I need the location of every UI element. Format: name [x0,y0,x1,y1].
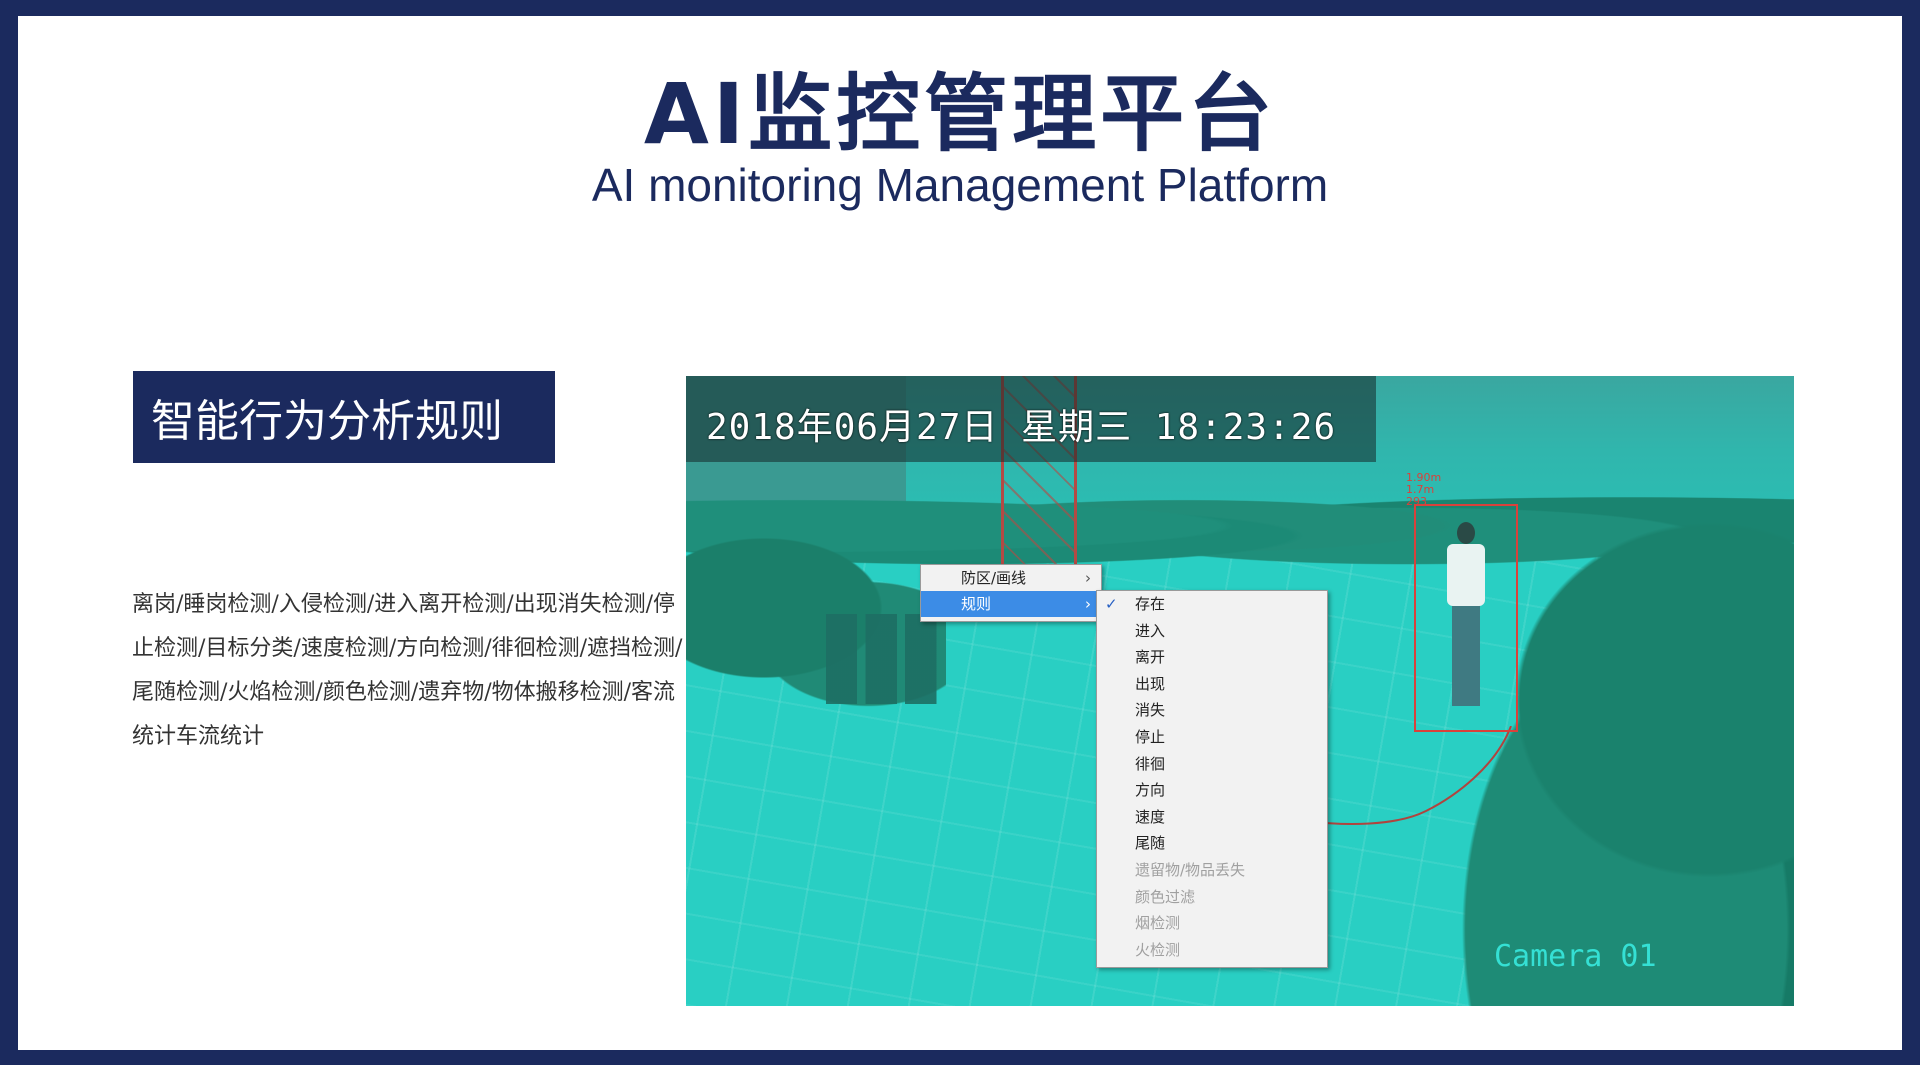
submenu-item-label: 徘徊 [1135,754,1166,773]
submenu-item-label: 火检测 [1135,940,1181,959]
context-menu: 防区/画线 › 规则 › [920,564,1102,622]
submenu-item[interactable]: 停止 [1097,724,1327,751]
submenu-item[interactable]: 进入 [1097,618,1327,645]
submenu-item[interactable]: 消失 [1097,697,1327,724]
section-tag-label: 智能行为分析规则 [151,396,503,447]
menu-item-zone[interactable]: 防区/画线 › [921,565,1101,591]
chevron-right-icon: › [1085,595,1091,613]
submenu-item[interactable]: 出现 [1097,671,1327,698]
menu-item-rules[interactable]: 规则 › [921,591,1101,617]
feature-description: 离岗/睡岗检测/入侵检测/进入离开检测/出现消失检测/停止检测/目标分类/速度检… [132,592,683,749]
submenu-item-label: 尾随 [1135,834,1166,853]
submenu-item: 遗留物/物品丢失 [1097,857,1327,884]
camera-trash-bins [826,614,946,704]
submenu-item-label: 停止 [1135,727,1166,746]
detection-label-line: 293 [1406,495,1427,508]
submenu-item[interactable]: 徘徊 [1097,751,1327,778]
chevron-right-icon: › [1085,569,1091,587]
camera-label: Camera 01 [1494,939,1657,974]
submenu-item-label: 遗留物/物品丢失 [1135,860,1246,879]
track-line [1306,726,1512,825]
submenu-item: 火检测 [1097,937,1327,964]
submenu-item[interactable]: 尾随 [1097,830,1327,857]
section-tag: 智能行为分析规则 [133,371,555,463]
rules-submenu: ✓ 存在进入离开出现消失停止徘徊方向速度尾随遗留物/物品丢失 颜色过滤烟检测火检测 [1096,590,1328,968]
detection-box[interactable] [1414,504,1518,732]
submenu-item[interactable]: 方向 [1097,777,1327,804]
submenu-item-label: 颜色过滤 [1135,887,1196,906]
submenu-item-label: 方向 [1135,781,1166,800]
menu-item-label: 规则 [961,595,992,613]
submenu-item-label: 消失 [1135,701,1166,720]
submenu-item-label: 出现 [1135,674,1166,693]
submenu-item: 颜色过滤 [1097,884,1327,911]
submenu-item-label: 进入 [1135,621,1166,640]
submenu-item: 烟检测 [1097,910,1327,937]
submenu-item-label: 离开 [1135,648,1166,667]
page-subtitle: AI monitoring Management Platform [591,159,1329,211]
menu-item-label: 防区/画线 [961,569,1027,587]
osd-datetime: 2018年06月27日 星期三 18:23:26 [706,407,1337,448]
page-title: AI监控管理平台 [643,65,1277,163]
submenu-item[interactable]: ✓ 存在 [1097,591,1327,618]
submenu-item[interactable]: 速度 [1097,804,1327,831]
submenu-item-label: 速度 [1135,807,1166,826]
slide: AI监控管理平台 AI monitoring Management Platfo… [18,16,1902,1050]
submenu-item[interactable]: 离开 [1097,644,1327,671]
detection-label: 1.90m 1.7m 293 [1406,472,1441,508]
submenu-item-label: 烟检测 [1135,914,1181,933]
submenu-item-label: 存在 [1135,595,1166,613]
checkmark-icon: ✓ [1105,595,1118,613]
